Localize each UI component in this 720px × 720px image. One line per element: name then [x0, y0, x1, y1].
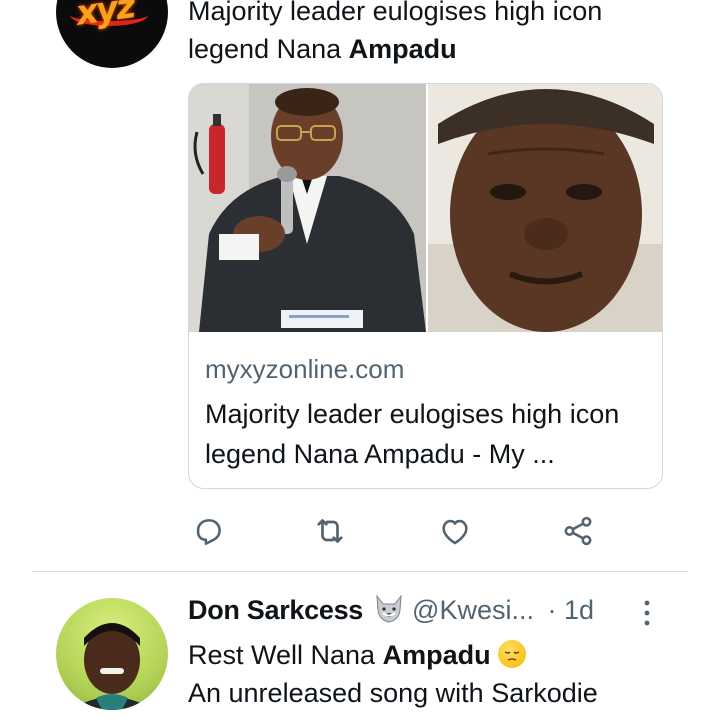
card-title[interactable]: Majority leader eulogises high icon lege…: [205, 394, 655, 474]
avatar[interactable]: xyz: [56, 0, 168, 68]
card-image-portrait: [428, 84, 662, 332]
share-icon: [564, 516, 592, 546]
tweet-line-1-prefix: Rest Well Nana: [188, 640, 383, 670]
tweet-text: Majority leader eulogises high icon lege…: [188, 0, 688, 68]
tweet-actions: [188, 511, 628, 551]
retweet-icon: [317, 519, 343, 543]
tweet-line-1-bold: Ampadu: [382, 640, 491, 670]
more-options-icon[interactable]: [640, 598, 654, 628]
wolf-emoji-icon: [373, 594, 405, 631]
link-card[interactable]: myxyzonline.com Majority leader eulogise…: [188, 83, 663, 489]
tweet-separator: [32, 571, 688, 572]
pensive-face-emoji-icon: [498, 640, 527, 668]
timestamp[interactable]: · 1d: [547, 595, 594, 625]
tweet-text: Rest Well Nana Ampadu An unreleased song…: [188, 636, 688, 712]
handle[interactable]: @Kwesi...: [412, 595, 534, 625]
card-domain[interactable]: myxyzonline.com: [205, 354, 404, 385]
retweet-button[interactable]: [310, 511, 350, 551]
card-image[interactable]: [189, 84, 662, 332]
tweet-line-1: Rest Well Nana Ampadu: [188, 636, 688, 674]
display-name[interactable]: Don Sarkcess: [188, 595, 363, 625]
tweet-line-2: An unreleased song with Sarkodie: [188, 678, 598, 708]
reply-button[interactable]: [188, 511, 228, 551]
tweet-header: Don Sarkcess @Kwesi... · 1d: [188, 594, 668, 634]
share-button[interactable]: [558, 511, 598, 551]
card-image-speaker: [189, 84, 426, 332]
like-icon: [442, 519, 468, 545]
reply-icon: [196, 519, 221, 546]
like-button[interactable]: [435, 511, 475, 551]
avatar-logo-text: xyz: [73, 0, 137, 34]
avatar[interactable]: [56, 598, 168, 710]
tweet-text-bold: Ampadu: [348, 34, 457, 64]
